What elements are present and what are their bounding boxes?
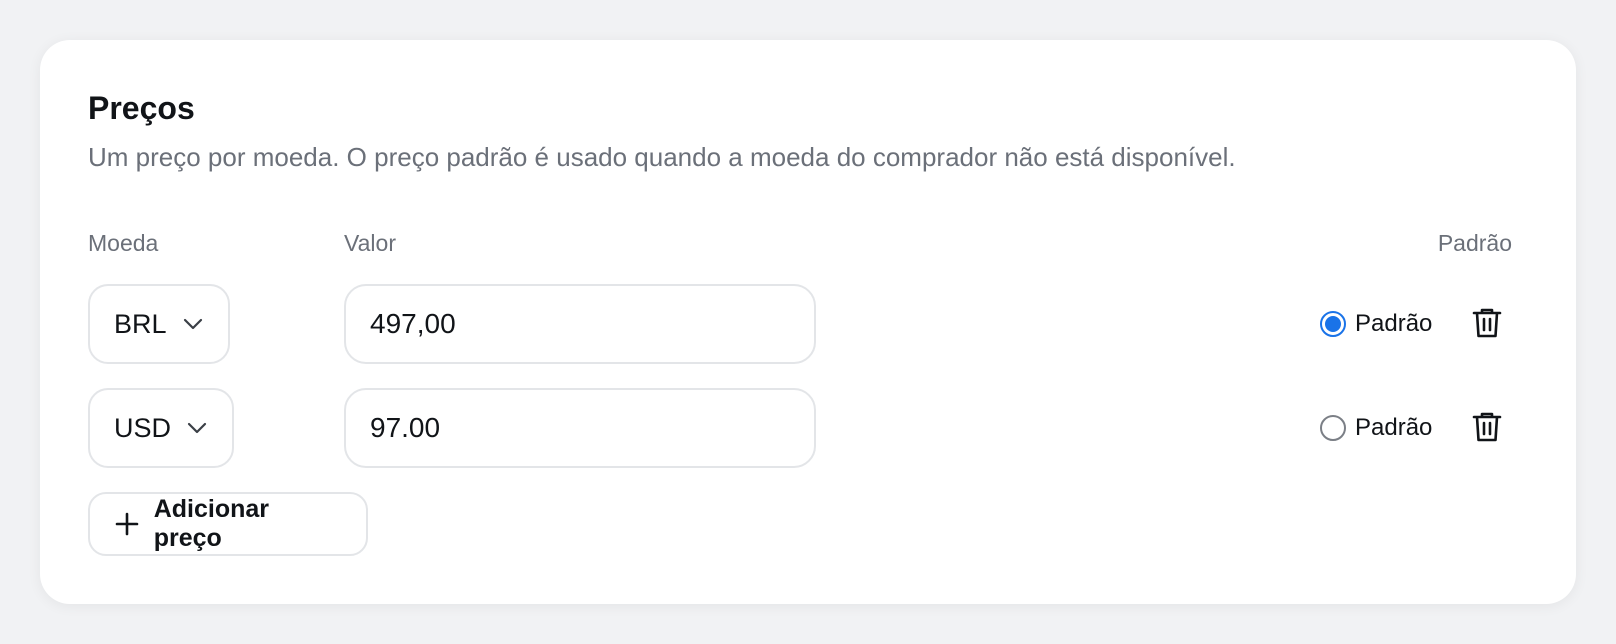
amount-input[interactable]	[344, 284, 816, 364]
default-radio-option[interactable]: Padrão	[1320, 388, 1432, 468]
column-header-currency: Moeda	[88, 230, 159, 256]
default-radio[interactable]	[1320, 415, 1346, 441]
prices-card: Preços Um preço por moeda. O preço padrã…	[40, 40, 1576, 604]
default-radio[interactable]	[1320, 311, 1346, 337]
currency-select[interactable]: BRL	[88, 284, 230, 364]
trash-icon[interactable]	[1470, 306, 1504, 340]
add-price-button[interactable]: Adicionar preço	[88, 492, 368, 556]
currency-select[interactable]: USD	[88, 388, 234, 468]
section-description: Um preço por moeda. O preço padrão é usa…	[88, 142, 1236, 172]
plus-icon	[114, 511, 140, 537]
column-header-amount: Valor	[344, 230, 396, 256]
column-header-default: Padrão	[1437, 230, 1512, 256]
add-price-label: Adicionar preço	[153, 495, 270, 552]
default-radio-label: Padrão	[1355, 310, 1433, 337]
chevron-down-icon	[186, 417, 208, 439]
price-row: USD Padrão	[40, 388, 1576, 468]
radio-selected-dot	[1325, 316, 1341, 332]
amount-input[interactable]	[344, 388, 816, 468]
section-title: Preços	[88, 90, 195, 126]
default-radio-label: Padrão	[1355, 414, 1433, 441]
currency-select-value: USD	[114, 412, 172, 443]
currency-select-value: BRL	[114, 308, 167, 339]
price-row: BRL Padrão	[40, 284, 1576, 364]
default-radio-option[interactable]: Padrão	[1320, 284, 1432, 364]
chevron-down-icon	[182, 313, 204, 335]
trash-icon[interactable]	[1470, 410, 1504, 444]
